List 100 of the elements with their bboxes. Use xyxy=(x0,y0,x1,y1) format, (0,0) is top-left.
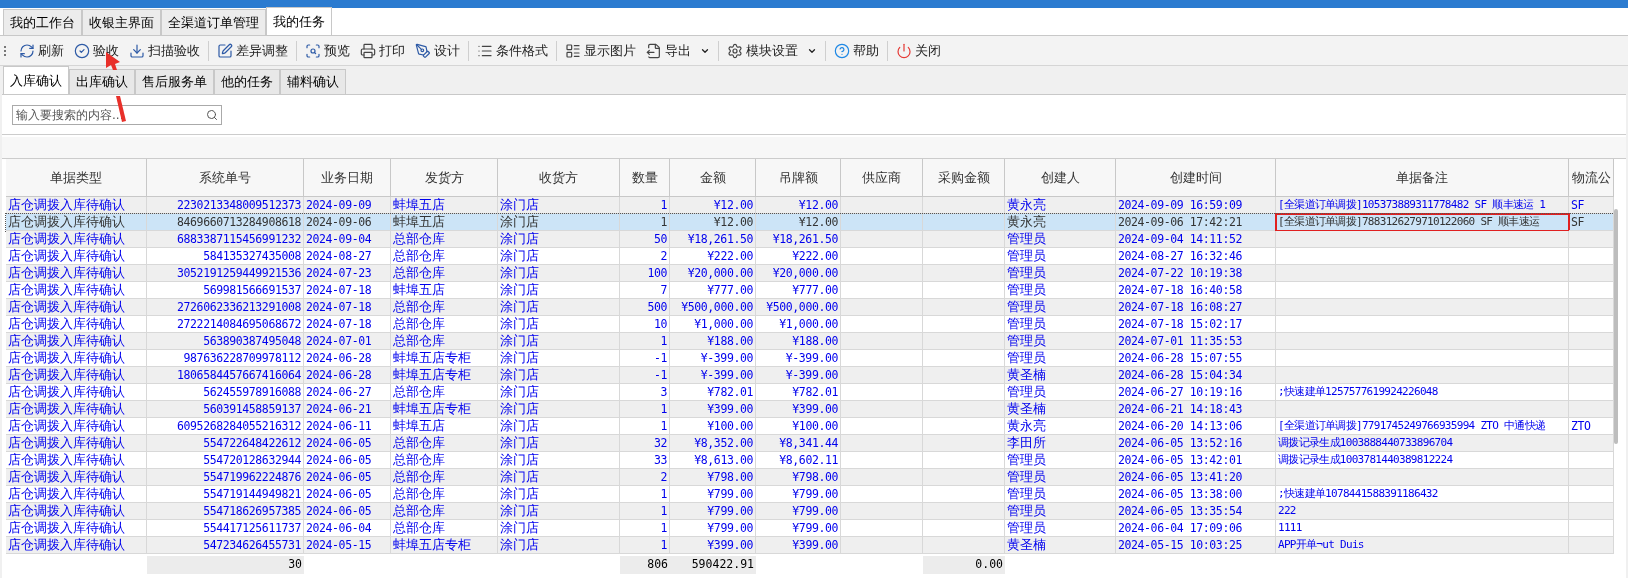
sub-tab[interactable]: 他的任务 xyxy=(214,69,280,94)
table-cell: 店仓调拨入库待确认 xyxy=(8,214,125,229)
toolbar-button[interactable]: 条件格式 xyxy=(472,38,553,63)
table-row[interactable]: 店仓调拨入库待确认 987636228709978112 2024-06-28 蚌埠五店专柜 涂门店 -1 ¥-399.00 ¥-399.00 管理员 2024-06-28 15:07:55 xyxy=(6,350,1614,367)
toolbar-button[interactable]: 扫描验收 xyxy=(124,38,205,63)
table-cell: 黄圣楠 xyxy=(1007,401,1046,416)
table-row[interactable]: 店仓调拨入库待确认 554417125611737 2024-06-04 总部仓库 涂门店 1 ¥799.00 ¥799.00 管理员 2024-06-04 17:09:06 1111 xyxy=(6,520,1614,537)
table-cell: ¥8,602.11 xyxy=(779,453,838,467)
table-cell: ¥399.00 xyxy=(707,538,753,552)
table-cell: 1806584457667416064 xyxy=(177,368,301,382)
sub-tab[interactable]: 辅料确认 xyxy=(280,69,346,94)
table-cell: ¥12.00 xyxy=(798,215,838,229)
toolbar-button[interactable]: 设计 xyxy=(410,38,465,63)
table-cell: 涂门店 xyxy=(500,435,539,450)
table-row[interactable]: 店仓调拨入库待确认 8469660713284908618 2024-09-06 蚌埠五店 涂门店 1 ¥12.00 ¥12.00 黄永亮 2024-09-06 17:42:21 [全渠道订单调拨]7883126279710122060 SF 顺丰速运 SF xyxy=(6,214,1614,231)
table-cell: 554720128632944 xyxy=(203,453,301,467)
toolbar-button[interactable]: 刷新 xyxy=(14,38,69,63)
table-cell: 总部仓库 xyxy=(393,333,445,348)
printer-icon xyxy=(360,42,376,59)
table-row[interactable]: 店仓调拨入库待确认 6095268284055216312 2024-06-11 蚌埠五店 涂门店 1 ¥100.00 ¥100.00 黄永亮 2024-06-20 14:13:06 [全渠道订单调拨]7791745249766935994 ZTO 中通快递 ZTO xyxy=(6,418,1614,435)
table-row[interactable]: 店仓调拨入库待确认 547234626455731 2024-05-15 蚌埠五店专柜 涂门店 1 ¥399.00 ¥399.00 黄圣楠 2024-05-15 10:03:25 APP开单¬ut Duis xyxy=(6,537,1614,554)
sub-tab[interactable]: 入库确认 xyxy=(3,66,69,94)
main-tab[interactable]: 收银主界面 xyxy=(82,9,161,35)
table-row[interactable]: 店仓调拨入库待确认 2722214084695068672 2024-07-18 总部仓库 涂门店 10 ¥1,000.00 ¥1,000.00 管理员 2024-07-18 15:02:17 xyxy=(6,316,1614,333)
table-cell: 6095268284055216312 xyxy=(177,419,301,433)
table-cell: 2722214084695068672 xyxy=(177,317,301,331)
table-row[interactable]: 店仓调拨入库待确认 554720128632944 2024-06-05 总部仓库 涂门店 33 ¥8,613.00 ¥8,602.11 管理员 2024-06-05 13:42:01 调拨记录生成1003781440389812224 xyxy=(6,452,1614,469)
table-cell: 店仓调拨入库待确认 xyxy=(8,282,125,297)
table-cell: ¥777.00 xyxy=(707,283,753,297)
table-cell: 2024-06-28 xyxy=(306,351,372,365)
main-tab[interactable]: 我的任务 xyxy=(266,7,332,35)
table-row[interactable]: 店仓调拨入库待确认 2726062336213291008 2024-07-18 总部仓库 涂门店 500 ¥500,000.00 ¥500,000.00 管理员 2024-07-18 16:08:27 xyxy=(6,299,1614,316)
table-cell: 黄永亮 xyxy=(1007,418,1046,433)
export-icon xyxy=(646,42,662,59)
table-cell: 管理员 xyxy=(1007,452,1046,467)
table-cell: 2024-09-06 17:42:21 xyxy=(1118,215,1242,229)
table-cell: 管理员 xyxy=(1007,299,1046,314)
table-row[interactable]: 店仓调拨入库待确认 554718626957385 2024-06-05 总部仓库 涂门店 1 ¥799.00 ¥799.00 管理员 2024-06-05 13:35:54 222 xyxy=(6,503,1614,520)
table-cell: 涂门店 xyxy=(500,282,539,297)
help-icon xyxy=(834,42,850,59)
table-cell: ¥500,000.00 xyxy=(766,300,838,314)
toolbar-button[interactable]: 帮助 xyxy=(829,38,884,63)
table-cell: 2024-09-04 xyxy=(306,232,372,246)
toolbar-button[interactable]: 模块设置 xyxy=(722,38,822,63)
table-cell: 33 xyxy=(653,453,667,467)
table-cell: 涂门店 xyxy=(500,214,539,229)
table-row[interactable]: 店仓调拨入库待确认 554719144949821 2024-06-05 总部仓库 涂门店 1 ¥799.00 ¥799.00 管理员 2024-06-05 13:38:00 ;快速建单1078441588391186432 xyxy=(6,486,1614,503)
table-cell: 2 xyxy=(660,249,667,263)
main-tab[interactable]: 我的工作台 xyxy=(3,9,82,35)
table-row[interactable]: 店仓调拨入库待确认 3052191259449921536 2024-07-23 总部仓库 涂门店 100 ¥20,000.00 ¥20,000.00 管理员 2024-07-22 10:19:38 xyxy=(6,265,1614,282)
table-cell: 蚌埠五店 xyxy=(393,282,445,297)
table-row[interactable]: 店仓调拨入库待确认 584135327435008 2024-08-27 总部仓库 涂门店 2 ¥222.00 ¥222.00 管理员 2024-08-27 16:32:46 xyxy=(6,248,1614,265)
table-cell: -1 xyxy=(653,368,667,382)
table-cell: 店仓调拨入库待确认 xyxy=(8,486,125,501)
table-cell: 店仓调拨入库待确认 xyxy=(8,299,125,314)
toolbar-button[interactable]: 预览 xyxy=(300,38,355,63)
toolbar-button[interactable]: 打印 xyxy=(355,38,410,63)
table-cell: 2024-09-09 16:59:09 xyxy=(1118,198,1242,212)
main-tab[interactable]: 全渠道订单管理 xyxy=(161,9,266,35)
search-icon xyxy=(206,108,218,121)
sub-tab[interactable]: 出库确认 xyxy=(69,69,135,94)
table-cell: ZTO xyxy=(1571,419,1591,433)
toolbar-button[interactable]: 关闭 xyxy=(891,38,946,63)
table-cell: 总部仓库 xyxy=(393,316,445,331)
table-cell: ¥782.01 xyxy=(707,385,753,399)
vertical-scrollbar[interactable] xyxy=(1614,209,1618,444)
table-cell: 2024-06-05 13:41:20 xyxy=(1118,470,1242,484)
toolbar-button[interactable]: 导出 xyxy=(641,38,715,63)
table-cell: ¥-399.00 xyxy=(700,351,753,365)
table-row[interactable]: 店仓调拨入库待确认 554722648422612 2024-06-05 总部仓库 涂门店 32 ¥8,352.00 ¥8,341.44 李田所 2024-06-05 13:52:16 调拨记录生成1003888440733896704 xyxy=(6,435,1614,452)
table-cell: 李田所 xyxy=(1007,435,1046,450)
table-cell: 涂门店 xyxy=(500,520,539,535)
table-cell: 管理员 xyxy=(1007,503,1046,518)
table-row[interactable]: 店仓调拨入库待确认 569981566691537 2024-07-18 蚌埠五店 涂门店 7 ¥777.00 ¥777.00 管理员 2024-07-18 16:40:58 xyxy=(6,282,1614,299)
table-cell: 1 xyxy=(660,538,667,552)
table-cell: 总部仓库 xyxy=(393,452,445,467)
sub-tab[interactable]: 售后服务单 xyxy=(135,69,214,94)
table-cell: 管理员 xyxy=(1007,333,1046,348)
toolbar-button[interactable]: 差异调整 xyxy=(212,38,293,63)
table-cell: 987636228709978112 xyxy=(183,351,301,365)
table-cell: APP开单¬ut Duis xyxy=(1278,538,1364,551)
summary-value: 590422.91 xyxy=(691,557,754,571)
table-cell: 蚌埠五店专柜 xyxy=(393,401,471,416)
table-row[interactable]: 店仓调拨入库待确认 6883387115456991232 2024-09-04 总部仓库 涂门店 50 ¥18,261.50 ¥18,261.50 管理员 2024-09-04 14:11:52 xyxy=(6,231,1614,248)
table-cell: 总部仓库 xyxy=(393,520,445,535)
table-cell: 调拨记录生成1003781440389812224 xyxy=(1278,453,1453,466)
table-cell: [全渠道订单调拨]7883126279710122060 SF 顺丰速运 xyxy=(1278,215,1540,228)
toolbar-button[interactable]: 显示图片 xyxy=(560,38,641,63)
search-field[interactable]: 输入要搜索的内容... xyxy=(12,104,222,125)
table-cell: ¥798.00 xyxy=(792,470,838,484)
table-row[interactable]: 店仓调拨入库待确认 1806584457667416064 2024-06-28 蚌埠五店专柜 涂门店 -1 ¥-399.00 ¥-399.00 黄圣楠 2024-06-28 15:04:34 xyxy=(6,367,1614,384)
table-row[interactable]: 店仓调拨入库待确认 560391458859137 2024-06-21 蚌埠五店专柜 涂门店 1 ¥399.00 ¥399.00 黄圣楠 2024-06-21 14:18:43 xyxy=(6,401,1614,418)
toolbar-button[interactable]: 验收 xyxy=(69,38,124,63)
table-row[interactable]: 店仓调拨入库待确认 554719962224876 2024-06-05 总部仓库 涂门店 2 ¥798.00 ¥798.00 管理员 2024-06-05 13:41:20 xyxy=(6,469,1614,486)
table-cell: 管理员 xyxy=(1007,265,1046,280)
summary-value: 0.00 xyxy=(975,557,1003,571)
table-row[interactable]: 店仓调拨入库待确认 562455978916088 2024-06-27 总部仓库 涂门店 3 ¥782.01 ¥782.01 管理员 2024-06-27 10:19:16 ;快速建单1257577619924226048 xyxy=(6,384,1614,401)
check-circle-icon xyxy=(74,42,90,59)
table-cell: 店仓调拨入库待确认 xyxy=(8,350,125,365)
table-row[interactable]: 店仓调拨入库待确认 563890387495048 2024-07-01 总部仓库 涂门店 1 ¥188.00 ¥188.00 管理员 2024-07-01 11:35:53 xyxy=(6,333,1614,350)
